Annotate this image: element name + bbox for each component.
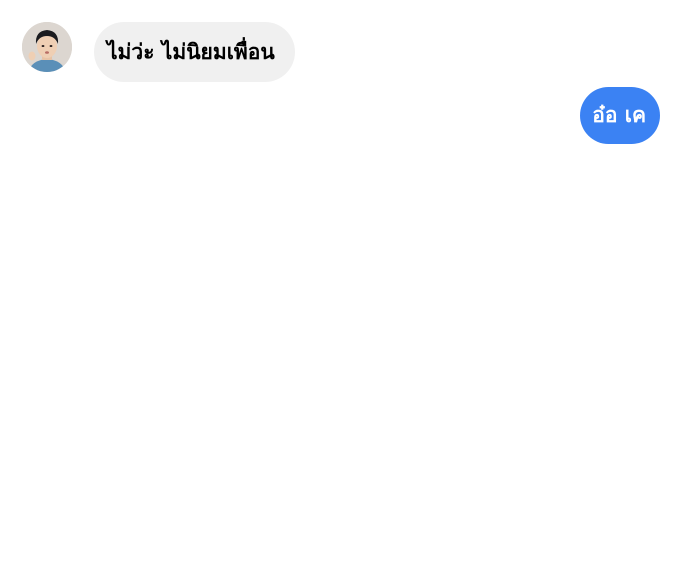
contact-avatar[interactable] [22, 22, 72, 72]
incoming-message-bubble[interactable]: ไม่ว่ะ ไม่นิยมเพื่อน [94, 22, 295, 82]
chat-thread: ไม่ว่ะ ไม่นิยมเพื่อน อ๋อ เค [0, 0, 700, 564]
avatar-photo-icon [22, 22, 72, 72]
outgoing-message-bubble[interactable]: อ๋อ เค [580, 87, 660, 144]
